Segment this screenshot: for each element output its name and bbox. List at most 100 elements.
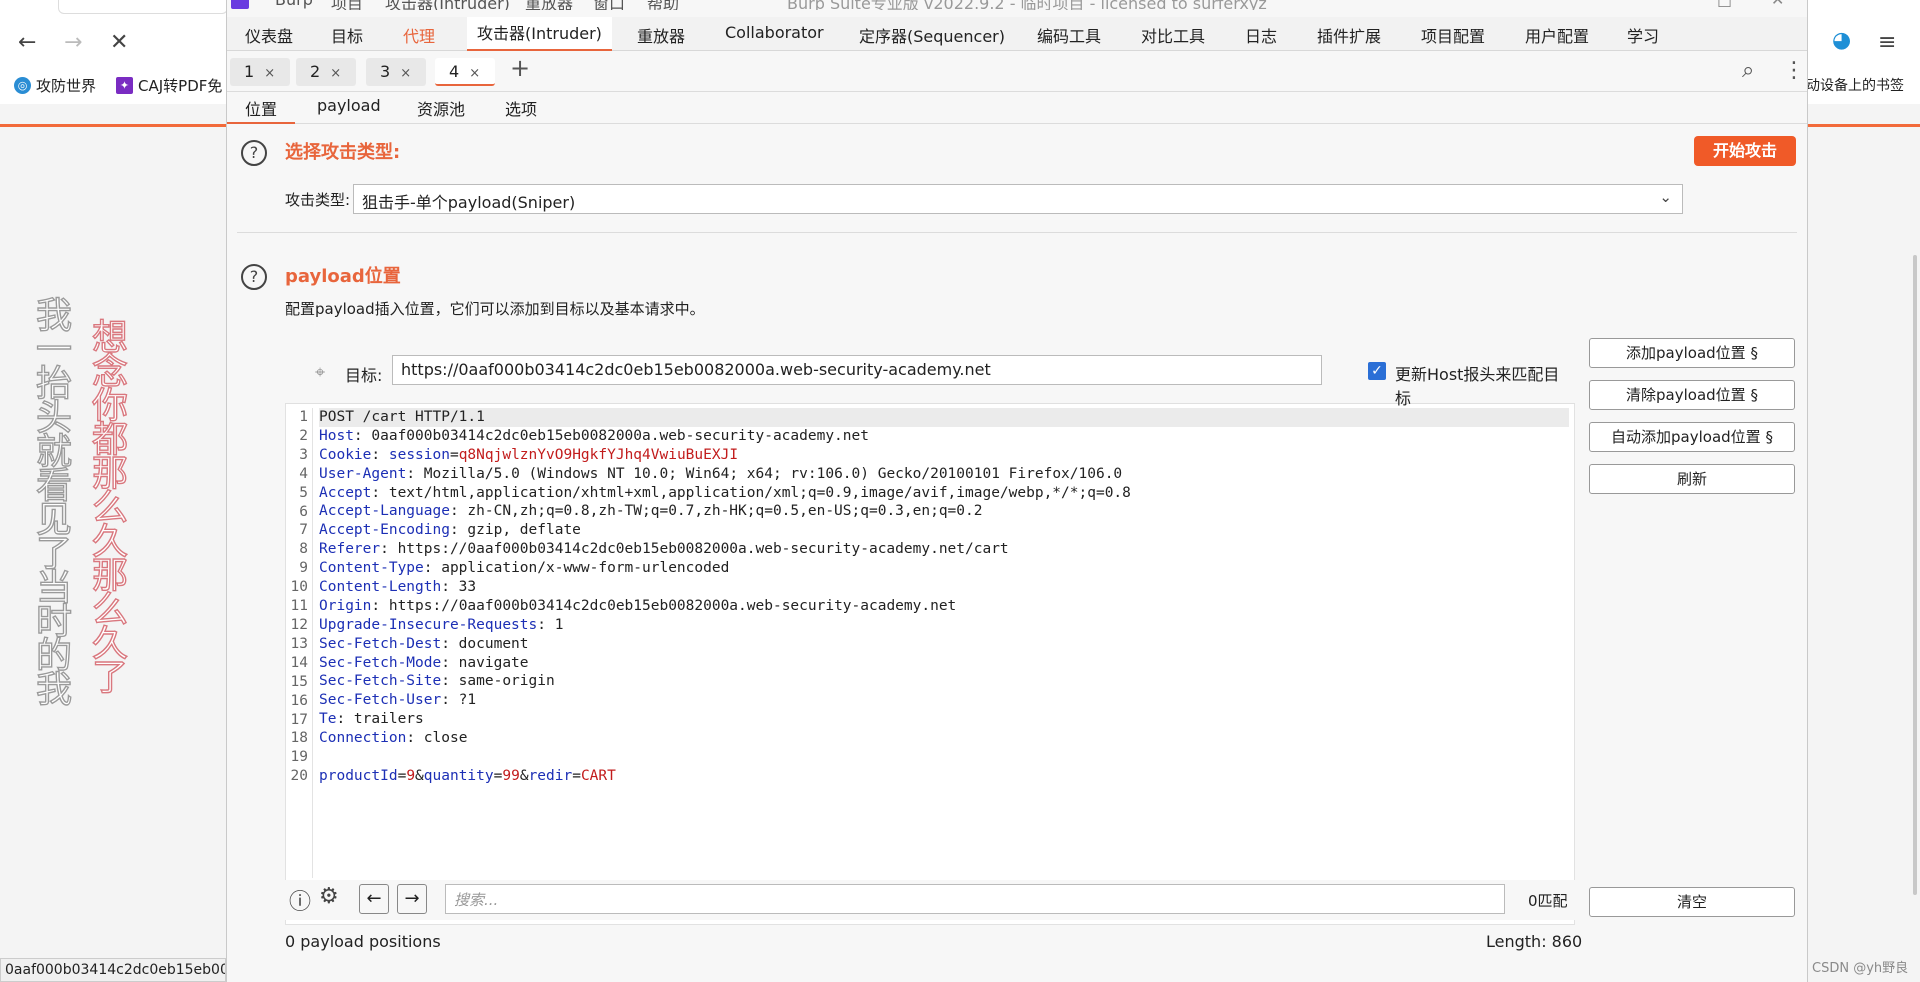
header-key: Sec-Fetch-Dest: [319, 635, 442, 652]
tab-sequencer[interactable]: 定序器(Sequencer): [859, 23, 1005, 47]
top-menu-item[interactable]: 项目: [331, 0, 363, 10]
request-line[interactable]: POST /cart HTTP/1.1: [319, 408, 1569, 427]
search-icon[interactable]: ⌕: [1742, 58, 1754, 83]
request-line[interactable]: productId=9&quantity=99&redir=CART: [319, 767, 1569, 786]
menu-icon[interactable]: ≡: [1878, 30, 1896, 55]
tab-positions[interactable]: 位置: [227, 96, 296, 124]
tab-payloads[interactable]: payload: [317, 96, 381, 115]
request-line[interactable]: Content-Length: 33: [319, 578, 1569, 597]
forward-icon[interactable]: →: [64, 30, 82, 55]
tab-decoder[interactable]: 编码工具: [1037, 23, 1101, 47]
request-line[interactable]: Accept-Language: zh-CN,zh;q=0.8,zh-TW;q=…: [319, 502, 1569, 521]
top-menu-item[interactable]: 重放器: [525, 0, 573, 10]
attack-type-select[interactable]: 狙击手-单个payload(Sniper) ⌄: [353, 184, 1683, 214]
request-line[interactable]: Cookie: session=q8NqjwlznYvO9HgkfYJhq4Vw…: [319, 446, 1569, 465]
line-number: 9: [299, 560, 308, 577]
close-tab-icon[interactable]: ×: [400, 66, 411, 81]
bookmark-item[interactable]: ◎ 攻防世界: [14, 75, 96, 96]
tab-learn[interactable]: 学习: [1627, 23, 1659, 47]
tab-project-options[interactable]: 项目配置: [1421, 23, 1485, 47]
start-attack-button[interactable]: 开始攻击: [1694, 136, 1796, 166]
top-menu-item[interactable]: 帮助: [647, 0, 679, 10]
top-menu-item[interactable]: 窗口: [593, 0, 625, 10]
refresh-button[interactable]: 刷新: [1589, 464, 1795, 494]
tab-user-options[interactable]: 用户配置: [1525, 23, 1589, 47]
request-line[interactable]: Connection: close: [319, 729, 1569, 748]
browser-tab[interactable]: [58, 0, 228, 14]
request-line[interactable]: [319, 748, 1569, 767]
tab-comparer[interactable]: 对比工具: [1141, 23, 1205, 47]
request-line[interactable]: Sec-Fetch-User: ?1: [319, 691, 1569, 710]
request-line[interactable]: Origin: https://0aaf000b03414c2dc0eb15eb…: [319, 597, 1569, 616]
top-menu-item[interactable]: Burp: [275, 0, 313, 9]
maximize-icon[interactable]: □: [1717, 0, 1732, 9]
top-menu-item[interactable]: 攻击器(Intruder): [385, 0, 510, 10]
tab-logger[interactable]: 日志: [1245, 23, 1277, 47]
attack-tab[interactable]: 1 ×: [230, 58, 290, 86]
help-icon[interactable]: ?: [241, 140, 267, 166]
target-url-input[interactable]: https://0aaf000b03414c2dc0eb15eb0082000a…: [392, 355, 1322, 385]
clear-button[interactable]: 清空: [1589, 887, 1795, 917]
tab-dashboard[interactable]: 仪表盘: [245, 23, 293, 47]
request-lines[interactable]: POST /cart HTTP/1.1 Host: 0aaf000b03414c2…: [319, 408, 1569, 786]
bookmark-item[interactable]: ✦ CAJ转PDF免: [116, 75, 226, 96]
request-line[interactable]: User-Agent: Mozilla/5.0 (Windows NT 10.0…: [319, 465, 1569, 484]
line-number: 19: [290, 749, 308, 766]
new-tab-icon[interactable]: +: [510, 54, 530, 82]
request-line[interactable]: Sec-Fetch-Dest: document: [319, 635, 1569, 654]
request-line[interactable]: Host: 0aaf000b03414c2dc0eb15eb0082000a.w…: [319, 427, 1569, 446]
attack-type-value: 狙击手-单个payload(Sniper): [362, 193, 576, 212]
help-icon[interactable]: ?: [241, 264, 267, 290]
line-number: 2: [299, 427, 308, 444]
request-line[interactable]: Upgrade-Insecure-Requests: 1: [319, 616, 1569, 635]
auto-add-payload-positions-button[interactable]: 自动添加payload位置 §: [1589, 422, 1795, 452]
line-number: 20: [290, 768, 308, 785]
more-options-icon[interactable]: ⋮: [1783, 58, 1805, 83]
attack-tab[interactable]: 2 ×: [296, 58, 356, 86]
request-line[interactable]: Te: trailers: [319, 710, 1569, 729]
page-scrollbar[interactable]: [1913, 255, 1917, 895]
tab-options[interactable]: 选项: [505, 96, 537, 120]
request-line[interactable]: Referer: https://0aaf000b03414c2dc0eb15e…: [319, 540, 1569, 559]
request-line[interactable]: Sec-Fetch-Site: same-origin: [319, 672, 1569, 691]
back-icon[interactable]: ←: [18, 30, 36, 55]
tab-repeater[interactable]: 重放器: [637, 23, 685, 47]
request-line[interactable]: Accept-Encoding: gzip, deflate: [319, 521, 1569, 540]
tab-proxy[interactable]: 代理: [403, 23, 435, 47]
header-key: Sec-Fetch-Site: [319, 673, 442, 690]
close-tab-icon[interactable]: ×: [264, 66, 275, 81]
attack-tab-active[interactable]: 4 ×: [435, 58, 495, 86]
update-host-checkbox[interactable]: ✓: [1368, 362, 1386, 380]
payload-positions-description: 配置payload插入位置，它们可以添加到目标以及基本请求中。: [285, 300, 705, 318]
mobile-bookmarks-link[interactable]: 动设备上的书签: [1806, 75, 1904, 95]
browser-status-url: 0aaf000b03414c2dc0eb15eb00: [0, 958, 226, 982]
gear-icon[interactable]: ⚙: [319, 884, 339, 909]
clear-payload-positions-button[interactable]: 清除payload位置 §: [1589, 380, 1795, 410]
stop-loading-icon[interactable]: ✕: [110, 30, 128, 55]
tab-resource-pool[interactable]: 资源池: [417, 96, 465, 120]
close-tab-icon[interactable]: ×: [469, 66, 480, 81]
tab-extensions[interactable]: 插件扩展: [1317, 23, 1381, 47]
line-number: 1: [299, 409, 308, 425]
arrow-left-icon[interactable]: ←: [359, 884, 389, 914]
header-key: Content-Type: [319, 560, 424, 577]
tab-intruder[interactable]: 攻击器(Intruder): [467, 17, 612, 51]
search-input[interactable]: 搜索...: [445, 884, 1505, 914]
add-payload-position-button[interactable]: 添加payload位置 §: [1589, 338, 1795, 368]
arrow-right-icon[interactable]: →: [397, 884, 427, 914]
param-value: 99: [502, 767, 520, 784]
close-tab-icon[interactable]: ×: [330, 66, 341, 81]
update-host-label: 更新Host报头来匹配目标: [1395, 365, 1560, 408]
attack-tab[interactable]: 3 ×: [366, 58, 426, 86]
close-window-icon[interactable]: ✕: [1771, 0, 1784, 9]
help-icon[interactable]: ⓘ: [289, 884, 311, 916]
line-number-gutter: 1 2 3 4 5 6 7 8 9 10 11 12 13 14 15 16 17 18 19 20: [285, 408, 313, 878]
crosshair-icon[interactable]: ⌖: [315, 362, 325, 383]
request-line[interactable]: Accept: text/html,application/xhtml+xml,…: [319, 484, 1569, 503]
request-line[interactable]: Sec-Fetch-Mode: navigate: [319, 654, 1569, 673]
burp-window: Burp 项目 攻击器(Intruder) 重放器 窗口 帮助 Burp Sui…: [226, 0, 1808, 982]
extension-icon[interactable]: ◕: [1832, 28, 1851, 53]
request-line[interactable]: Content-Type: application/x-www-form-url…: [319, 559, 1569, 578]
tab-collaborator[interactable]: Collaborator: [725, 23, 824, 42]
tab-target[interactable]: 目标: [331, 23, 363, 47]
